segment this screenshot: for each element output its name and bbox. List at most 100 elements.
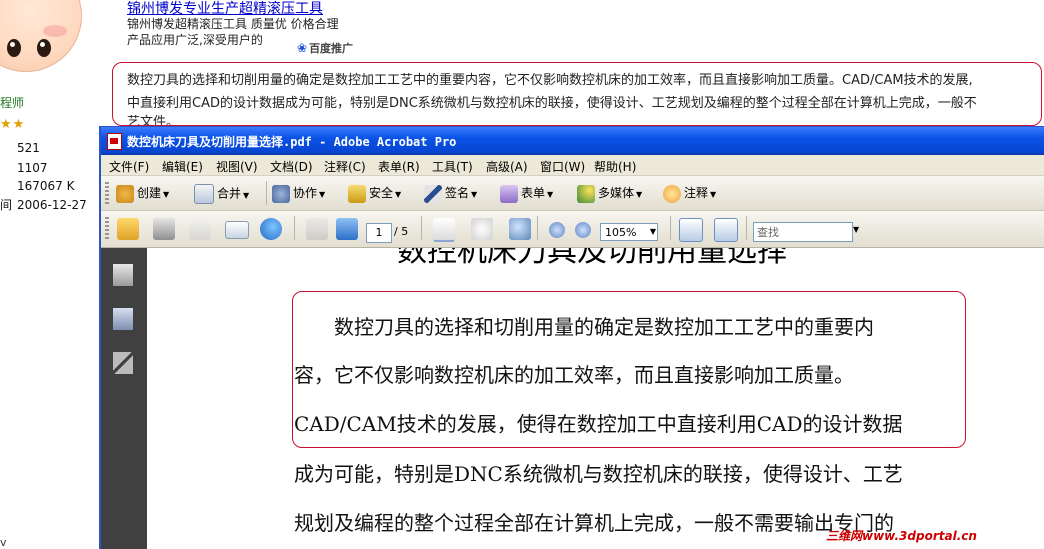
print-icon[interactable]	[153, 218, 175, 240]
signatures-panel-icon[interactable]	[113, 352, 133, 374]
quote-line: 中直接利用CAD的设计数据成为可能，特别是DNC系统微机与数控机床的联接，使得设…	[127, 96, 977, 111]
stat-value: 1107	[17, 161, 48, 175]
stat-label: 间	[0, 198, 13, 212]
site-watermark: 三维网www.3dportal.cn	[826, 529, 977, 543]
hand-tool-icon[interactable]	[471, 218, 493, 240]
menu-forms[interactable]: 表单(R)	[378, 158, 420, 175]
multimedia-button[interactable]: 多媒体 ▼	[577, 184, 642, 203]
next-page-icon[interactable]	[336, 218, 358, 240]
sign-label: 签名	[445, 186, 470, 200]
window-title: 数控机床刀具及切削用量选择.pdf - Adobe Acrobat Pro	[127, 135, 457, 149]
quote-line: 数控刀具的选择和切削用量的确定是数控加工工艺中的重要内容，它不仅影响数控机床的加…	[127, 73, 973, 88]
navigation-pane	[101, 248, 147, 549]
forms-label: 表单	[521, 186, 546, 200]
forms-button[interactable]: 表单 ▼	[500, 184, 553, 203]
tasks-toolbar: 创建 ▼ 合并 ▼ 协作 ▼ 安全 ▼ 签名 ▼ 表单 ▼ 多媒体 ▼ 注释 ▼	[101, 176, 1044, 211]
user-rank: 程师	[0, 96, 25, 110]
comment-label: 注释	[684, 186, 709, 200]
stat-value: 167067 K	[17, 179, 75, 193]
post-quote: 数控刀具的选择和切削用量的确定是数控加工工艺中的重要内容，它不仅影响数控机床的加…	[112, 62, 1042, 126]
toolbar-grip[interactable]	[105, 217, 109, 239]
avatar-eye	[7, 39, 21, 57]
window-titlebar[interactable]: 数控机床刀具及切削用量选择.pdf - Adobe Acrobat Pro	[101, 127, 1044, 155]
full-screen-icon[interactable]	[714, 218, 738, 242]
toolbar-separator	[537, 216, 538, 240]
globe-upload-icon[interactable]	[260, 218, 282, 240]
menu-view[interactable]: 视图(V)	[216, 158, 258, 175]
paragraph-line: CAD/CAM技术的发展，使得在数控加工中直接利用CAD的设计数据	[294, 412, 903, 436]
document-area[interactable]: 数控机床刀具及切削用量选择 数控刀具的选择和切削用量的确定是数控加工工艺中的重要…	[147, 248, 1044, 549]
combine-label: 合并	[217, 186, 242, 201]
ad-description: 锦州博发超精滚压工具 质量优 价格合理	[127, 17, 339, 31]
zoom-out-icon[interactable]	[549, 222, 565, 238]
quote-line: 艺文件。	[127, 115, 180, 126]
toolbar-separator	[421, 216, 422, 240]
comment-button[interactable]: 注释 ▼	[663, 184, 716, 203]
create-label: 创建	[137, 186, 162, 200]
stat-value: 2006-12-27	[17, 198, 87, 212]
menu-tools[interactable]: 工具(T)	[432, 158, 473, 175]
ad-description: 产品应用广泛,深受用户的	[127, 33, 263, 47]
menu-help[interactable]: 帮助(H)	[594, 158, 636, 175]
collaborate-icon	[272, 184, 290, 203]
lock-icon	[348, 184, 366, 203]
pdf-icon	[107, 133, 122, 150]
pages-panel-icon[interactable]	[113, 264, 133, 286]
find-input[interactable]: 查找	[753, 222, 853, 242]
zoom-in-icon[interactable]	[575, 222, 591, 238]
menu-file[interactable]: 文件(F)	[109, 158, 149, 175]
save-icon[interactable]	[189, 218, 211, 240]
zoom-tool-icon[interactable]	[509, 218, 531, 240]
collaborate-label: 协作	[293, 186, 318, 200]
corner-text: v	[0, 536, 7, 549]
pen-icon	[424, 184, 442, 203]
combine-icon	[194, 184, 214, 204]
zoom-dropdown-icon[interactable]: ▼	[647, 223, 659, 241]
create-button[interactable]: 创建 ▼	[116, 184, 169, 203]
toolbar-separator	[294, 216, 295, 240]
create-icon	[116, 184, 134, 203]
toolbar-grip[interactable]	[105, 182, 109, 204]
stat-value: 521	[17, 141, 40, 155]
document-title: 数控机床刀具及切削用量选择	[397, 248, 787, 269]
toolbar-separator	[670, 216, 671, 240]
baidu-promo[interactable]: ❀ 百度推广	[297, 40, 353, 56]
select-text-icon[interactable]	[433, 218, 455, 242]
acrobat-window: 数控机床刀具及切削用量选择.pdf - Adobe Acrobat Pro 文件…	[99, 126, 1044, 549]
paragraph-line: 数控刀具的选择和切削用量的确定是数控加工工艺中的重要内	[294, 315, 874, 339]
sign-button[interactable]: 签名 ▼	[424, 184, 477, 203]
combine-button[interactable]: 合并 ▼	[194, 184, 249, 204]
paragraph-line: 容，它不仅影响数控机床的加工效率，而且直接影响加工质量。	[294, 363, 854, 387]
baidu-paw-icon: ❀	[297, 41, 308, 55]
toolbar-separator	[746, 216, 747, 240]
multimedia-label: 多媒体	[598, 186, 635, 200]
baidu-promo-label: 百度推广	[309, 42, 354, 55]
menu-document[interactable]: 文档(D)	[270, 158, 313, 175]
fit-width-icon[interactable]	[679, 218, 703, 242]
avatar-eye	[37, 39, 51, 57]
menu-bar: 文件(F) 编辑(E) 视图(V) 文档(D) 注释(C) 表单(R) 工具(T…	[101, 155, 1044, 176]
secure-label: 安全	[369, 186, 394, 200]
email-icon[interactable]	[225, 221, 249, 239]
rank-stars: ★★	[0, 117, 26, 132]
paragraph-line: 规划及编程的整个过程全部在计算机上完成，一般不需要输出专门的	[294, 511, 894, 535]
collaborate-button[interactable]: 协作 ▼	[272, 184, 325, 203]
menu-comments[interactable]: 注释(C)	[324, 158, 366, 175]
menu-edit[interactable]: 编辑(E)	[162, 158, 203, 175]
page-total: / 5	[394, 225, 409, 238]
avatar-cheek	[43, 25, 67, 37]
menu-advanced[interactable]: 高级(A)	[486, 158, 528, 175]
toolbar-separator	[266, 181, 267, 205]
forms-icon	[500, 184, 518, 203]
find-dropdown-icon[interactable]: ▼	[853, 225, 859, 234]
previous-page-icon[interactable]	[306, 218, 328, 240]
page-number-input[interactable]: 1	[366, 223, 392, 243]
multimedia-icon	[577, 184, 595, 203]
paragraph-line: 成为可能，特别是DNC系统微机与数控机床的联接，使得设计、工艺	[294, 462, 903, 486]
comment-icon	[663, 184, 681, 203]
open-folder-icon[interactable]	[117, 218, 139, 240]
user-avatar	[0, 0, 82, 72]
secure-button[interactable]: 安全 ▼	[348, 184, 401, 203]
bookmarks-panel-icon[interactable]	[113, 308, 133, 330]
menu-window[interactable]: 窗口(W)	[540, 158, 585, 175]
